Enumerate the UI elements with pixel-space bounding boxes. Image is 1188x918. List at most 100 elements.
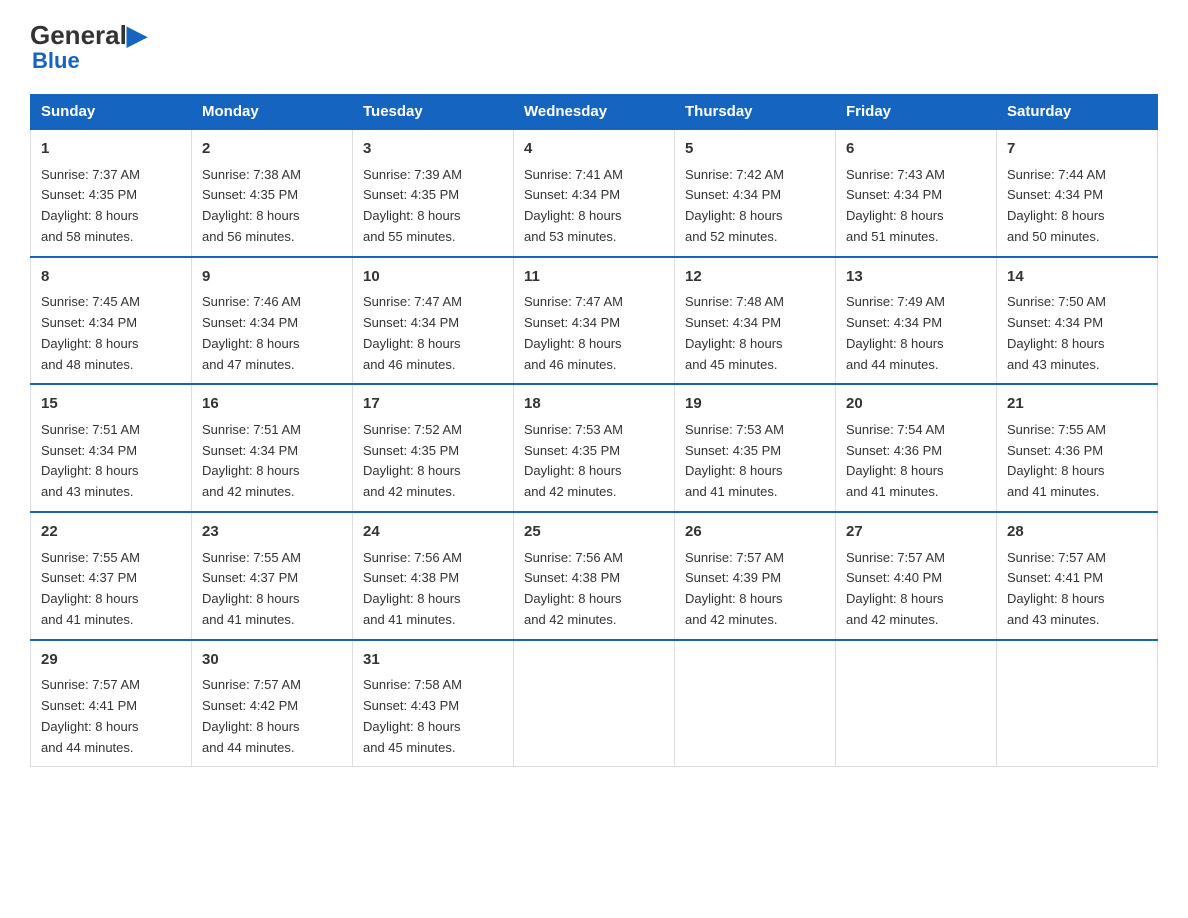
logo-blue-text: Blue — [32, 48, 147, 74]
day-number: 20 — [846, 393, 986, 416]
calendar-header-row: Sunday Monday Tuesday Wednesday Thursday… — [31, 95, 1158, 130]
day-number: 8 — [41, 266, 181, 289]
day-number: 19 — [685, 393, 825, 416]
day-info: Sunrise: 7:50 AMSunset: 4:34 PMDaylight:… — [1007, 292, 1147, 375]
day-info: Sunrise: 7:39 AMSunset: 4:35 PMDaylight:… — [363, 165, 503, 248]
day-number: 11 — [524, 266, 664, 289]
day-info: Sunrise: 7:51 AMSunset: 4:34 PMDaylight:… — [202, 420, 342, 503]
day-number: 5 — [685, 138, 825, 161]
calendar-cell: 27 Sunrise: 7:57 AMSunset: 4:40 PMDayligh… — [836, 512, 997, 640]
day-info: Sunrise: 7:47 AMSunset: 4:34 PMDaylight:… — [524, 292, 664, 375]
day-number: 22 — [41, 521, 181, 544]
calendar-cell: 31 Sunrise: 7:58 AMSunset: 4:43 PMDayligh… — [353, 640, 514, 767]
day-number: 13 — [846, 266, 986, 289]
calendar-cell: 23 Sunrise: 7:55 AMSunset: 4:37 PMDayligh… — [192, 512, 353, 640]
day-number: 6 — [846, 138, 986, 161]
day-info: Sunrise: 7:48 AMSunset: 4:34 PMDaylight:… — [685, 292, 825, 375]
calendar-cell: 29 Sunrise: 7:57 AMSunset: 4:41 PMDayligh… — [31, 640, 192, 767]
page-header: General▶ Blue — [30, 20, 1158, 74]
day-info: Sunrise: 7:47 AMSunset: 4:34 PMDaylight:… — [363, 292, 503, 375]
calendar-cell: 15 Sunrise: 7:51 AMSunset: 4:34 PMDayligh… — [31, 384, 192, 512]
calendar-cell — [514, 640, 675, 767]
calendar-week-2: 8Sunrise: 7:45 AMSunset: 4:34 PMDaylight… — [31, 257, 1158, 385]
day-info: Sunrise: 7:53 AMSunset: 4:35 PMDaylight:… — [524, 420, 664, 503]
day-number: 26 — [685, 521, 825, 544]
day-number: 9 — [202, 266, 342, 289]
calendar-cell: 24Sunrise: 7:56 AMSunset: 4:38 PMDayligh… — [353, 512, 514, 640]
day-info: Sunrise: 7:51 AMSunset: 4:34 PMDaylight:… — [41, 420, 181, 503]
calendar-cell: 17 Sunrise: 7:52 AMSunset: 4:35 PMDayligh… — [353, 384, 514, 512]
day-number: 7 — [1007, 138, 1147, 161]
header-sunday: Sunday — [31, 95, 192, 130]
logo-blue-triangle: ▶ — [127, 20, 147, 51]
calendar-cell: 11 Sunrise: 7:47 AMSunset: 4:34 PMDayligh… — [514, 257, 675, 385]
day-number: 10 — [363, 266, 503, 289]
calendar-cell: 19 Sunrise: 7:53 AMSunset: 4:35 PMDayligh… — [675, 384, 836, 512]
day-info: Sunrise: 7:49 AMSunset: 4:34 PMDaylight:… — [846, 292, 986, 375]
day-number: 12 — [685, 266, 825, 289]
day-number: 29 — [41, 649, 181, 672]
day-info: Sunrise: 7:56 AMSunset: 4:38 PMDaylight:… — [363, 548, 503, 631]
day-number: 2 — [202, 138, 342, 161]
day-info: Sunrise: 7:53 AMSunset: 4:35 PMDaylight:… — [685, 420, 825, 503]
logo: General▶ Blue — [30, 20, 147, 74]
calendar-cell — [675, 640, 836, 767]
day-info: Sunrise: 7:38 AMSunset: 4:35 PMDaylight:… — [202, 165, 342, 248]
calendar-cell: 20 Sunrise: 7:54 AMSunset: 4:36 PMDayligh… — [836, 384, 997, 512]
logo-general-text: General — [30, 20, 127, 51]
calendar-cell: 25 Sunrise: 7:56 AMSunset: 4:38 PMDayligh… — [514, 512, 675, 640]
calendar-cell: 18 Sunrise: 7:53 AMSunset: 4:35 PMDayligh… — [514, 384, 675, 512]
day-number: 25 — [524, 521, 664, 544]
day-info: Sunrise: 7:57 AMSunset: 4:42 PMDaylight:… — [202, 675, 342, 758]
day-info: Sunrise: 7:41 AMSunset: 4:34 PMDaylight:… — [524, 165, 664, 248]
header-thursday: Thursday — [675, 95, 836, 130]
day-info: Sunrise: 7:43 AMSunset: 4:34 PMDaylight:… — [846, 165, 986, 248]
calendar-week-5: 29 Sunrise: 7:57 AMSunset: 4:41 PMDayligh… — [31, 640, 1158, 767]
day-info: Sunrise: 7:57 AMSunset: 4:40 PMDaylight:… — [846, 548, 986, 631]
day-info: Sunrise: 7:54 AMSunset: 4:36 PMDaylight:… — [846, 420, 986, 503]
header-wednesday: Wednesday — [514, 95, 675, 130]
calendar-cell: 9Sunrise: 7:46 AMSunset: 4:34 PMDaylight… — [192, 257, 353, 385]
day-info: Sunrise: 7:58 AMSunset: 4:43 PMDaylight:… — [363, 675, 503, 758]
day-number: 14 — [1007, 266, 1147, 289]
calendar-cell: 30Sunrise: 7:57 AMSunset: 4:42 PMDayligh… — [192, 640, 353, 767]
calendar-cell: 26Sunrise: 7:57 AMSunset: 4:39 PMDayligh… — [675, 512, 836, 640]
calendar-cell: 13 Sunrise: 7:49 AMSunset: 4:34 PMDayligh… — [836, 257, 997, 385]
day-info: Sunrise: 7:57 AMSunset: 4:41 PMDaylight:… — [41, 675, 181, 758]
calendar-cell: 5 Sunrise: 7:42 AMSunset: 4:34 PMDaylight… — [675, 129, 836, 257]
calendar-cell: 7 Sunrise: 7:44 AMSunset: 4:34 PMDaylight… — [997, 129, 1158, 257]
day-info: Sunrise: 7:37 AMSunset: 4:35 PMDaylight:… — [41, 165, 181, 248]
calendar-cell: 16Sunrise: 7:51 AMSunset: 4:34 PMDayligh… — [192, 384, 353, 512]
calendar-week-4: 22 Sunrise: 7:55 AMSunset: 4:37 PMDayligh… — [31, 512, 1158, 640]
calendar-cell: 21 Sunrise: 7:55 AMSunset: 4:36 PMDayligh… — [997, 384, 1158, 512]
day-info: Sunrise: 7:42 AMSunset: 4:34 PMDaylight:… — [685, 165, 825, 248]
header-tuesday: Tuesday — [353, 95, 514, 130]
day-info: Sunrise: 7:55 AMSunset: 4:36 PMDaylight:… — [1007, 420, 1147, 503]
calendar-cell: 22Sunrise: 7:55 AMSunset: 4:37 PMDayligh… — [31, 512, 192, 640]
calendar-week-3: 15 Sunrise: 7:51 AMSunset: 4:34 PMDayligh… — [31, 384, 1158, 512]
day-number: 4 — [524, 138, 664, 161]
header-friday: Friday — [836, 95, 997, 130]
day-number: 1 — [41, 138, 181, 161]
calendar-cell — [836, 640, 997, 767]
day-info: Sunrise: 7:57 AMSunset: 4:41 PMDaylight:… — [1007, 548, 1147, 631]
calendar-cell — [997, 640, 1158, 767]
calendar-cell: 8Sunrise: 7:45 AMSunset: 4:34 PMDaylight… — [31, 257, 192, 385]
calendar-cell: 3Sunrise: 7:39 AMSunset: 4:35 PMDaylight… — [353, 129, 514, 257]
calendar-cell: 6 Sunrise: 7:43 AMSunset: 4:34 PMDaylight… — [836, 129, 997, 257]
day-info: Sunrise: 7:55 AMSunset: 4:37 PMDaylight:… — [202, 548, 342, 631]
day-number: 27 — [846, 521, 986, 544]
day-number: 15 — [41, 393, 181, 416]
day-number: 18 — [524, 393, 664, 416]
day-info: Sunrise: 7:52 AMSunset: 4:35 PMDaylight:… — [363, 420, 503, 503]
calendar-cell: 2 Sunrise: 7:38 AMSunset: 4:35 PMDaylight… — [192, 129, 353, 257]
calendar-cell: 4 Sunrise: 7:41 AMSunset: 4:34 PMDaylight… — [514, 129, 675, 257]
day-number: 31 — [363, 649, 503, 672]
calendar-cell: 1 Sunrise: 7:37 AMSunset: 4:35 PMDaylight… — [31, 129, 192, 257]
day-info: Sunrise: 7:44 AMSunset: 4:34 PMDaylight:… — [1007, 165, 1147, 248]
day-number: 28 — [1007, 521, 1147, 544]
day-number: 17 — [363, 393, 503, 416]
day-number: 23 — [202, 521, 342, 544]
day-number: 21 — [1007, 393, 1147, 416]
day-info: Sunrise: 7:56 AMSunset: 4:38 PMDaylight:… — [524, 548, 664, 631]
